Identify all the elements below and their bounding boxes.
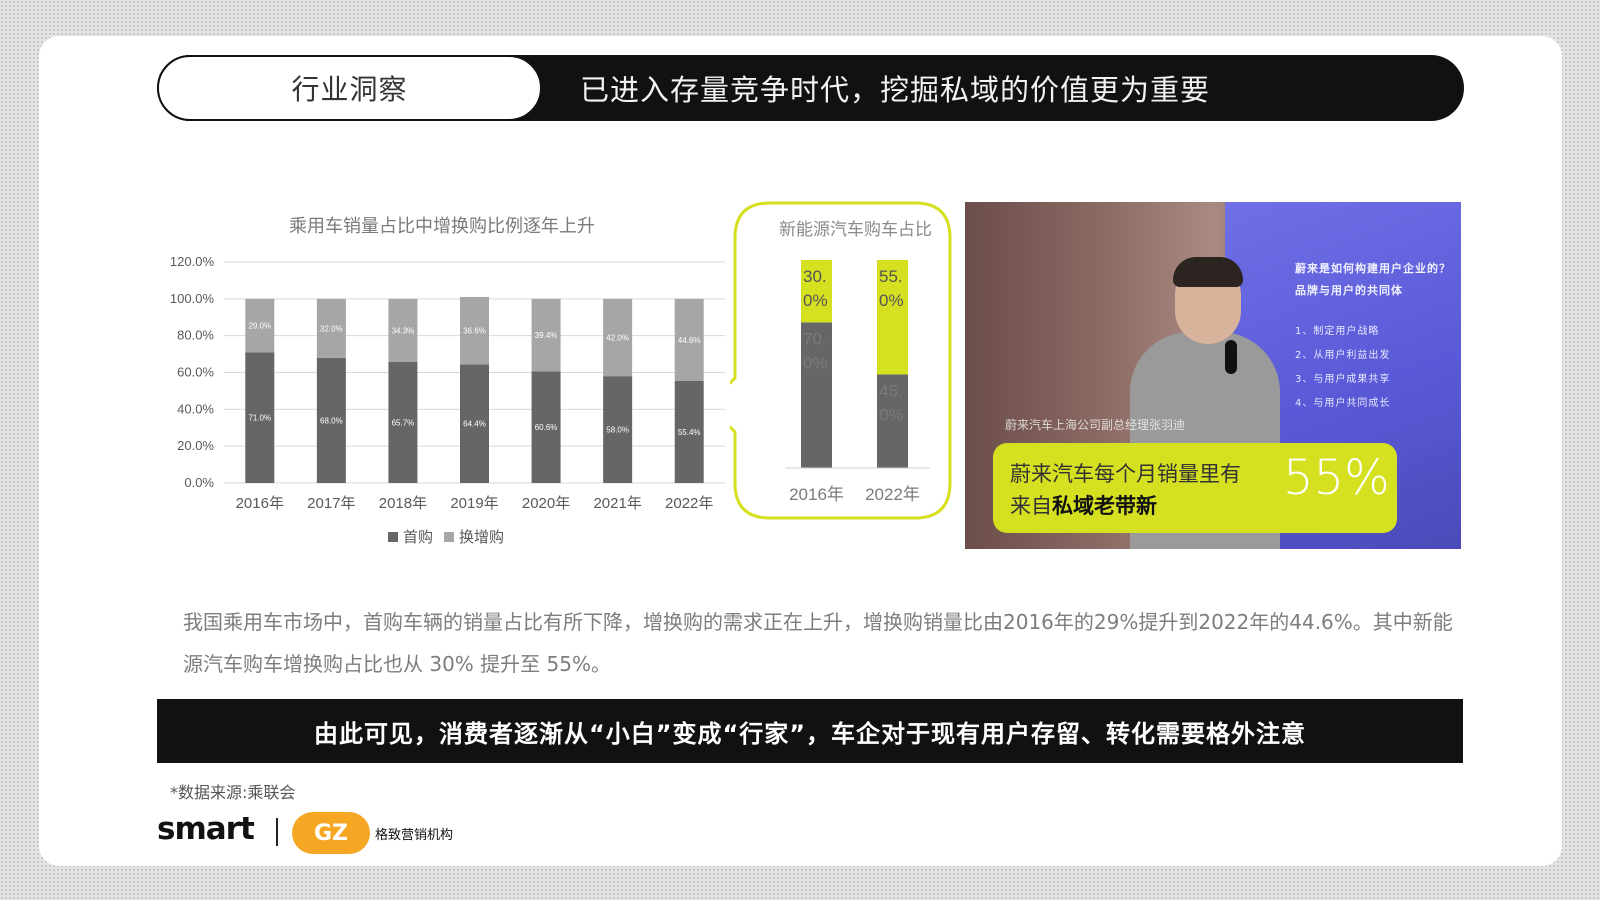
- smart-logo: smart: [157, 811, 255, 847]
- data-label: 0%: [803, 353, 828, 372]
- gz-logo: GZ: [292, 812, 370, 854]
- callout-percent: 55%: [1283, 450, 1390, 506]
- legend-swatch: [388, 532, 398, 542]
- data-label: 0%: [879, 405, 904, 424]
- legend-label: 换增购: [459, 528, 504, 546]
- data-label: 55.: [879, 267, 903, 286]
- y-tick-label: 120.0%: [170, 254, 215, 269]
- data-label: 70.: [803, 329, 827, 348]
- bubble-outline: [730, 201, 952, 520]
- data-label: 55.4%: [678, 428, 701, 437]
- data-label: 29.0%: [248, 322, 271, 331]
- x-tick-label: 2016年: [236, 495, 284, 512]
- data-source-note: *数据来源:乘联会: [170, 783, 296, 802]
- y-tick-label: 60.0%: [177, 365, 214, 380]
- legend-swatch: [444, 532, 454, 542]
- screen-item: 2、从用户利益出发: [1295, 350, 1391, 361]
- chart1-title: 乘用车销量占比中增换购比例逐年上升: [289, 216, 595, 237]
- screen-item: 3、与用户成果共享: [1295, 374, 1391, 385]
- x-tick-label: 2022年: [865, 485, 920, 504]
- data-label: 64.4%: [463, 420, 486, 429]
- data-label: 65.7%: [392, 419, 415, 428]
- data-label: 36.6%: [463, 327, 486, 336]
- data-label: 45.: [879, 381, 903, 400]
- data-label: 0%: [879, 291, 904, 310]
- data-label: 58.0%: [606, 426, 629, 435]
- x-tick-label: 2017年: [307, 495, 355, 512]
- y-tick-label: 0.0%: [184, 475, 214, 490]
- section-tag: 行业洞察: [157, 55, 542, 121]
- speaker-hair: [1173, 257, 1243, 287]
- data-label: 39.4%: [535, 331, 558, 340]
- data-label: 60.6%: [535, 423, 558, 432]
- data-label: 30.: [803, 267, 827, 286]
- y-tick-label: 40.0%: [177, 401, 214, 416]
- legend-label: 首购: [403, 528, 433, 546]
- y-tick-label: 20.0%: [177, 438, 214, 453]
- data-label: 0%: [803, 291, 828, 310]
- photo-caption: 蔚来汽车上海公司副总经理张羽迪: [1005, 418, 1186, 432]
- screen-subtitle: 品牌与用户的共同体: [1295, 284, 1403, 297]
- y-tick-label: 80.0%: [177, 328, 214, 343]
- chart2-title: 新能源汽车购车占比: [779, 220, 932, 240]
- screen-item: 4、与用户共同成长: [1295, 398, 1391, 409]
- callout-line1: 蔚来汽车每个月销量里有: [1010, 462, 1241, 486]
- data-label: 68.0%: [320, 416, 343, 425]
- x-tick-label: 2018年: [379, 495, 427, 512]
- page-title: 已进入存量竞争时代，挖掘私域的价值更为重要: [580, 73, 1211, 107]
- logo-divider: [276, 818, 278, 846]
- x-tick-label: 2020年: [522, 495, 570, 512]
- callout-highlight: 私域老带新: [1052, 494, 1157, 518]
- callout-prefix: 来自: [1010, 494, 1052, 518]
- data-label: 44.6%: [678, 336, 701, 345]
- conclusion-banner: 由此可见，消费者逐渐从“小白”变成“行家”，车企对于现有用户存留、转化需要格外注…: [157, 699, 1463, 763]
- data-label: 32.0%: [320, 324, 343, 333]
- x-tick-label: 2021年: [593, 495, 641, 512]
- y-tick-label: 100.0%: [170, 291, 215, 306]
- callout-text: 蔚来汽车每个月销量里有 来自私域老带新: [1010, 458, 1241, 522]
- x-tick-label: 2019年: [450, 495, 498, 512]
- nev-bubble-chart: 70. 0% 30. 0% 2016年 45. 0% 55. 0% 2022年: [730, 201, 952, 520]
- partner-name: 格致营销机构: [375, 828, 454, 843]
- screen-item: 1、制定用户战略: [1295, 326, 1380, 337]
- data-label: 34.3%: [392, 326, 415, 335]
- stacked-bar-chart-purchase: 0.0% 20.0% 40.0% 60.0% 80.0% 100.0% 120.0% 71.0…: [170, 254, 725, 546]
- microphone-icon: [1225, 340, 1237, 374]
- x-tick-label: 2022年: [665, 495, 713, 512]
- data-label: 42.0%: [606, 334, 629, 343]
- screen-title: 蔚来是如何构建用户企业的？: [1295, 262, 1451, 275]
- callout-line2: 来自私域老带新: [1010, 490, 1241, 522]
- x-tick-label: 2016年: [789, 485, 844, 504]
- body-paragraph: 我国乘用车市场中，首购车辆的销量占比有所下降，增换购的需求正在上升，增换购销量比…: [183, 610, 1453, 676]
- data-label: 71.0%: [248, 414, 271, 423]
